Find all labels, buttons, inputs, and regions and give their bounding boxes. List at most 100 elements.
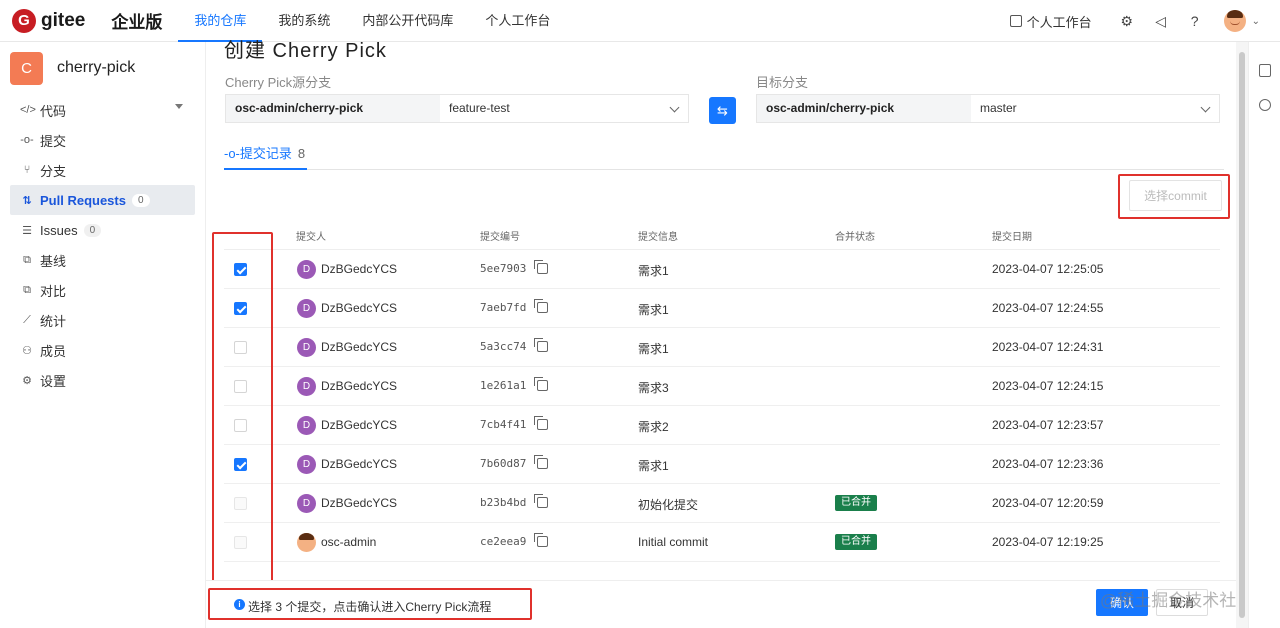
copy-icon[interactable] bbox=[534, 455, 548, 469]
source-branch-select[interactable]: osc-admin/cherry-pick feature-test bbox=[225, 94, 689, 123]
scrollbar[interactable] bbox=[1236, 42, 1248, 628]
sidebar-item-issues[interactable]: ☰ Issues 0 bbox=[10, 215, 195, 245]
swap-icon: ⇆ bbox=[717, 102, 728, 118]
author-name[interactable]: DzBGedcYCS bbox=[321, 301, 397, 315]
author-avatar: D bbox=[297, 260, 316, 279]
sidebar-item-commits[interactable]: -o- 提交 bbox=[10, 125, 195, 155]
sidebar-item-members[interactable]: ⚇ 成员 bbox=[10, 335, 195, 365]
sidebar-item-compare[interactable]: ⧉ 对比 bbox=[10, 275, 195, 305]
document-icon[interactable] bbox=[1259, 64, 1271, 77]
column-header-author: 提交人 bbox=[296, 232, 326, 243]
commit-date: 2023-04-07 12:19:25 bbox=[992, 535, 1104, 549]
top-right-tools: 个人工作台 ⚙ ◁ ? ⌄ bbox=[1009, 0, 1260, 42]
author-name[interactable]: DzBGedcYCS bbox=[321, 379, 397, 393]
commit-date: 2023-04-07 12:24:31 bbox=[992, 340, 1104, 354]
repo-switcher[interactable]: C cherry-pick bbox=[10, 51, 205, 85]
sidebar-item-label: 设置 bbox=[40, 373, 67, 389]
author-name[interactable]: DzBGedcYCS bbox=[321, 418, 397, 432]
baseline-icon: ⧉ bbox=[23, 253, 31, 266]
author-avatar: D bbox=[297, 338, 316, 357]
sidebar-item-label: 提交 bbox=[40, 133, 67, 149]
source-branch-value: feature-test bbox=[449, 101, 510, 115]
tab-commits[interactable]: -o-提交记录 8 bbox=[224, 140, 307, 170]
copy-icon[interactable] bbox=[534, 338, 548, 352]
commit-icon: -o- bbox=[20, 134, 34, 146]
scrollbar-thumb[interactable] bbox=[1239, 52, 1245, 618]
commit-sha[interactable]: 7b60d87 bbox=[480, 457, 526, 470]
help-icon[interactable]: ? bbox=[1187, 13, 1203, 29]
sidebar-item-settings[interactable]: ⚙ 设置 bbox=[10, 365, 195, 395]
settings-icon[interactable]: ⚙ bbox=[1119, 13, 1135, 29]
table-row[interactable]: D DzBGedcYCS 7b60d87 需求1 2023-04-07 12:23:36 bbox=[224, 445, 1220, 484]
tab-bar: -o-提交记录 8 bbox=[224, 140, 1224, 170]
table-row[interactable]: D DzBGedcYCS b23b4bd 初始化提交 已合并 2023-04-07 12:… bbox=[224, 484, 1220, 523]
author-name[interactable]: DzBGedcYCS bbox=[321, 496, 397, 510]
notification-icon[interactable]: ◁ bbox=[1153, 13, 1169, 29]
table-row[interactable]: D DzBGedcYCS 7aeb7fd 需求1 2023-04-07 12:24:55 bbox=[224, 289, 1220, 328]
commit-message: 需求3 bbox=[638, 381, 669, 395]
nav-personal-workspace[interactable]: 个人工作台 bbox=[469, 0, 566, 42]
commit-message: Initial commit bbox=[638, 535, 709, 549]
table-row[interactable]: D DzBGedcYCS 1e261a1 需求3 2023-04-07 12:24:15 bbox=[224, 367, 1220, 406]
count-badge: 0 bbox=[131, 193, 150, 207]
issues-icon: ☰ bbox=[22, 224, 32, 237]
commit-message: 需求1 bbox=[638, 264, 669, 278]
sidebar-item-label: 成员 bbox=[40, 343, 67, 359]
table-row[interactable]: D DzBGedcYCS 5a3cc74 需求1 2023-04-07 12:24:31 bbox=[224, 328, 1220, 367]
copy-icon[interactable] bbox=[534, 299, 548, 313]
target-branch-value: master bbox=[980, 101, 1017, 115]
right-rail bbox=[1248, 42, 1280, 628]
target-branch-select[interactable]: osc-admin/cherry-pick master bbox=[756, 94, 1220, 123]
commit-message: 初始化提交 bbox=[638, 498, 699, 512]
commit-date: 2023-04-07 12:24:15 bbox=[992, 379, 1104, 393]
commit-sha[interactable]: b23b4bd bbox=[480, 496, 526, 509]
copy-icon[interactable] bbox=[534, 533, 548, 547]
sidebar-item-pull-requests[interactable]: ⇅ Pull Requests 0 bbox=[10, 185, 195, 215]
sidebar-item-label: Pull Requests bbox=[40, 192, 126, 208]
commit-sha[interactable]: 5a3cc74 bbox=[480, 340, 526, 353]
gitee-logo-icon: G bbox=[12, 8, 36, 33]
target-branch-dropdown[interactable]: master bbox=[971, 95, 1219, 122]
repo-menu: </> 代码 -o- 提交 ⑂ 分支 ⇅ Pull Requests 0 ☰ Issues 0… bbox=[0, 95, 205, 395]
commit-table-header: 提交人 提交编号 提交信息 合并状态 提交日期 bbox=[224, 222, 1220, 250]
brand-edition: 企业版 bbox=[111, 13, 163, 32]
sidebar-item-baseline[interactable]: ⧉ 基线 bbox=[10, 245, 195, 275]
caret-down-icon[interactable] bbox=[175, 104, 183, 109]
commit-sha[interactable]: ce2eea9 bbox=[480, 535, 526, 548]
sidebar-item-branches[interactable]: ⑂ 分支 bbox=[10, 155, 195, 185]
commit-date: 2023-04-07 12:24:55 bbox=[992, 301, 1104, 315]
column-header-merge-status: 合并状态 bbox=[835, 232, 875, 243]
copy-icon[interactable] bbox=[534, 494, 548, 508]
author-name[interactable]: DzBGedcYCS bbox=[321, 340, 397, 354]
sidebar-item-code[interactable]: </> 代码 bbox=[10, 95, 195, 125]
table-row[interactable]: osc-admin ce2eea9 Initial commit 已合并 2023-04… bbox=[224, 523, 1220, 562]
brand-logo[interactable]: G gitee 企业版 bbox=[12, 0, 162, 42]
page-title: 创建 Cherry Pick bbox=[224, 40, 387, 62]
copy-icon[interactable] bbox=[534, 260, 548, 274]
author-name[interactable]: DzBGedcYCS bbox=[321, 457, 397, 471]
copy-icon[interactable] bbox=[534, 416, 548, 430]
chevron-down-icon[interactable]: ⌄ bbox=[1252, 16, 1260, 27]
author-name[interactable]: DzBGedcYCS bbox=[321, 262, 397, 276]
commit-sha[interactable]: 5ee7903 bbox=[480, 262, 526, 275]
compare-icon: ⧉ bbox=[23, 283, 31, 296]
commit-sha[interactable]: 7cb4f41 bbox=[480, 418, 526, 431]
code-icon: </> bbox=[20, 104, 36, 116]
author-avatar: D bbox=[297, 377, 316, 396]
table-row[interactable]: D DzBGedcYCS 7cb4f41 需求2 2023-04-07 12:23:57 bbox=[224, 406, 1220, 445]
source-branch-label: Cherry Pick源分支 bbox=[225, 75, 332, 90]
workspace-link[interactable]: 个人工作台 bbox=[1009, 12, 1092, 31]
sidebar-item-stats[interactable]: ⟋ 统计 bbox=[10, 305, 195, 335]
top-bar: G gitee 企业版 我的仓库 我的系统 内部公开代码库 个人工作台 个人工作… bbox=[0, 0, 1280, 42]
history-icon[interactable] bbox=[1259, 99, 1271, 111]
copy-icon[interactable] bbox=[534, 377, 548, 391]
commit-sha[interactable]: 1e261a1 bbox=[480, 379, 526, 392]
sidebar-item-label: 统计 bbox=[40, 313, 67, 329]
swap-branches-button[interactable]: ⇆ bbox=[709, 97, 736, 124]
table-row[interactable]: D DzBGedcYCS 5ee7903 需求1 2023-04-07 12:25:05 bbox=[224, 250, 1220, 289]
user-avatar[interactable] bbox=[1223, 10, 1246, 32]
source-branch-dropdown[interactable]: feature-test bbox=[440, 95, 688, 122]
commit-sha[interactable]: 7aeb7fd bbox=[480, 301, 526, 314]
commit-icon: -o- bbox=[224, 146, 240, 161]
author-name[interactable]: osc-admin bbox=[321, 535, 376, 549]
